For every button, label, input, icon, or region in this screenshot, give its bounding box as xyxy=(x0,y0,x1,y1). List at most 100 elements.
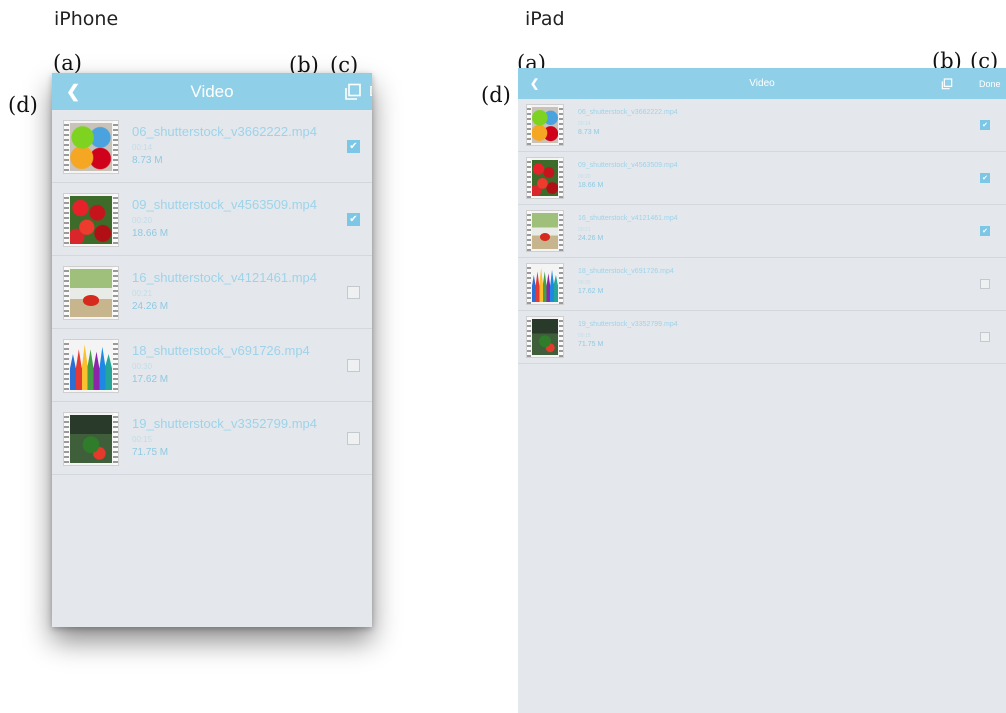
list-item[interactable]: 18_shutterstock_v691726.mp4 00:30 17.62 M xyxy=(52,329,372,402)
page-title: Video xyxy=(749,78,775,89)
file-duration: 00:30 xyxy=(578,280,591,286)
list-item[interactable]: 09_shutterstock_v4563509.mp4 00:20 18.66 M… xyxy=(518,152,1006,205)
file-duration: 00:15 xyxy=(132,435,153,444)
select-checkbox[interactable]: ✔ xyxy=(980,226,990,236)
list-item[interactable]: 06_shutterstock_v3662222.mp4 00:14 8.73 M ✔ xyxy=(52,110,372,183)
film-strip xyxy=(113,413,118,465)
callout-a-iphone: (a) xyxy=(53,51,82,75)
file-name: 16_shutterstock_v4121461.mp4 xyxy=(578,215,678,222)
table-setting-image xyxy=(70,269,112,317)
file-duration: 00:15 xyxy=(578,333,591,339)
film-strip xyxy=(113,340,118,392)
file-name: 18_shutterstock_v691726.mp4 xyxy=(578,268,674,275)
select-checkbox[interactable] xyxy=(980,279,990,289)
select-checkbox[interactable]: ✔ xyxy=(980,173,990,183)
file-name: 16_shutterstock_v4121461.mp4 xyxy=(132,270,318,285)
file-duration: 00:20 xyxy=(578,174,591,180)
checkmark-icon: ✔ xyxy=(982,175,988,182)
select-checkbox[interactable] xyxy=(347,432,360,445)
copy-button[interactable] xyxy=(344,73,362,110)
strawberries-image xyxy=(70,196,112,244)
checkmark-icon: ✔ xyxy=(982,122,988,129)
video-thumbnail xyxy=(63,339,119,393)
file-name: 06_shutterstock_v3662222.mp4 xyxy=(132,124,318,139)
iphone-screen: ❮ Video Done 06_shutterstock_v3662222.mp… xyxy=(52,73,372,627)
file-duration: 00:21 xyxy=(578,227,591,233)
file-size: 17.62 M xyxy=(578,288,604,295)
file-size: 71.75 M xyxy=(578,341,604,348)
select-checkbox[interactable] xyxy=(347,286,360,299)
film-strip xyxy=(559,105,563,145)
video-thumbnail xyxy=(63,412,119,466)
video-thumbnail xyxy=(63,266,119,320)
video-thumbnail xyxy=(526,104,564,146)
file-duration: 00:20 xyxy=(132,216,153,225)
file-name: 09_shutterstock_v4563509.mp4 xyxy=(578,162,678,169)
film-strip xyxy=(64,413,69,465)
ipad-label: iPad xyxy=(525,8,565,30)
callout-d-iphone: (d) xyxy=(8,93,38,117)
file-size: 18.66 M xyxy=(578,182,604,189)
done-button[interactable]: Done xyxy=(979,68,1001,99)
select-checkbox[interactable]: ✔ xyxy=(347,140,360,153)
video-thumbnail xyxy=(63,193,119,247)
file-size: 8.73 M xyxy=(578,129,600,136)
list-item[interactable]: 19_shutterstock_v3352799.mp4 00:15 71.75 M xyxy=(52,402,372,475)
video-list: 06_shutterstock_v3662222.mp4 00:14 8.73 M ✔… xyxy=(518,99,1006,364)
strawberries-image xyxy=(532,160,558,196)
list-item[interactable]: 16_shutterstock_v4121461.mp4 00:21 24.26 M… xyxy=(518,205,1006,258)
film-strip xyxy=(113,267,118,319)
film-strip xyxy=(113,121,118,173)
select-checkbox[interactable] xyxy=(347,359,360,372)
iphone-label: iPhone xyxy=(54,8,119,30)
copy-button[interactable] xyxy=(941,68,953,99)
file-size: 24.26 M xyxy=(132,301,169,312)
file-name: 19_shutterstock_v3352799.mp4 xyxy=(578,321,678,328)
list-item[interactable]: 06_shutterstock_v3662222.mp4 00:14 8.73 M ✔ xyxy=(518,99,1006,152)
garden-image xyxy=(532,319,558,355)
film-strip xyxy=(527,317,531,357)
callout-d-ipad: (d) xyxy=(481,83,511,107)
done-button[interactable]: Done xyxy=(369,73,372,110)
list-item[interactable]: 18_shutterstock_v691726.mp4 00:30 17.62 M xyxy=(518,258,1006,311)
video-thumbnail xyxy=(63,120,119,174)
film-strip xyxy=(559,211,563,251)
select-checkbox[interactable]: ✔ xyxy=(980,120,990,130)
video-thumbnail xyxy=(526,316,564,358)
film-strip xyxy=(64,340,69,392)
film-strip xyxy=(64,267,69,319)
navigation-bar: ❮ Video Done xyxy=(52,73,372,110)
film-strip xyxy=(559,264,563,304)
file-name: 09_shutterstock_v4563509.mp4 xyxy=(132,197,318,212)
copy-icon xyxy=(345,83,361,100)
paint-cans-image xyxy=(70,123,112,171)
ipad-screen: ❮ Video Done 06_shutterstock_v3662222.mp… xyxy=(518,68,1006,713)
video-thumbnail xyxy=(526,210,564,252)
checkmark-icon: ✔ xyxy=(349,141,358,152)
list-item[interactable]: 16_shutterstock_v4121461.mp4 00:21 24.26 M xyxy=(52,256,372,329)
list-item[interactable]: 19_shutterstock_v3352799.mp4 00:15 71.75 M xyxy=(518,311,1006,364)
video-thumbnail xyxy=(526,263,564,305)
file-duration: 00:21 xyxy=(132,289,153,298)
file-size: 8.73 M xyxy=(132,155,163,166)
select-checkbox[interactable]: ✔ xyxy=(347,213,360,226)
file-duration: 00:30 xyxy=(132,362,153,371)
list-item[interactable]: 09_shutterstock_v4563509.mp4 00:20 18.66 M… xyxy=(52,183,372,256)
film-strip xyxy=(64,194,69,246)
file-name: 19_shutterstock_v3352799.mp4 xyxy=(132,416,318,431)
film-strip xyxy=(113,194,118,246)
video-list: 06_shutterstock_v3662222.mp4 00:14 8.73 M ✔… xyxy=(52,110,372,475)
film-strip xyxy=(559,317,563,357)
navigation-bar: ❮ Video Done xyxy=(518,68,1006,99)
crayons-image xyxy=(532,267,558,302)
file-duration: 00:14 xyxy=(132,143,153,152)
file-name: 18_shutterstock_v691726.mp4 xyxy=(132,343,310,358)
video-thumbnail xyxy=(526,157,564,199)
file-duration: 00:14 xyxy=(578,121,591,127)
page-title: Video xyxy=(190,81,234,101)
film-strip xyxy=(527,105,531,145)
film-strip xyxy=(527,264,531,304)
select-checkbox[interactable] xyxy=(980,332,990,342)
file-size: 17.62 M xyxy=(132,374,169,385)
film-strip xyxy=(559,158,563,198)
